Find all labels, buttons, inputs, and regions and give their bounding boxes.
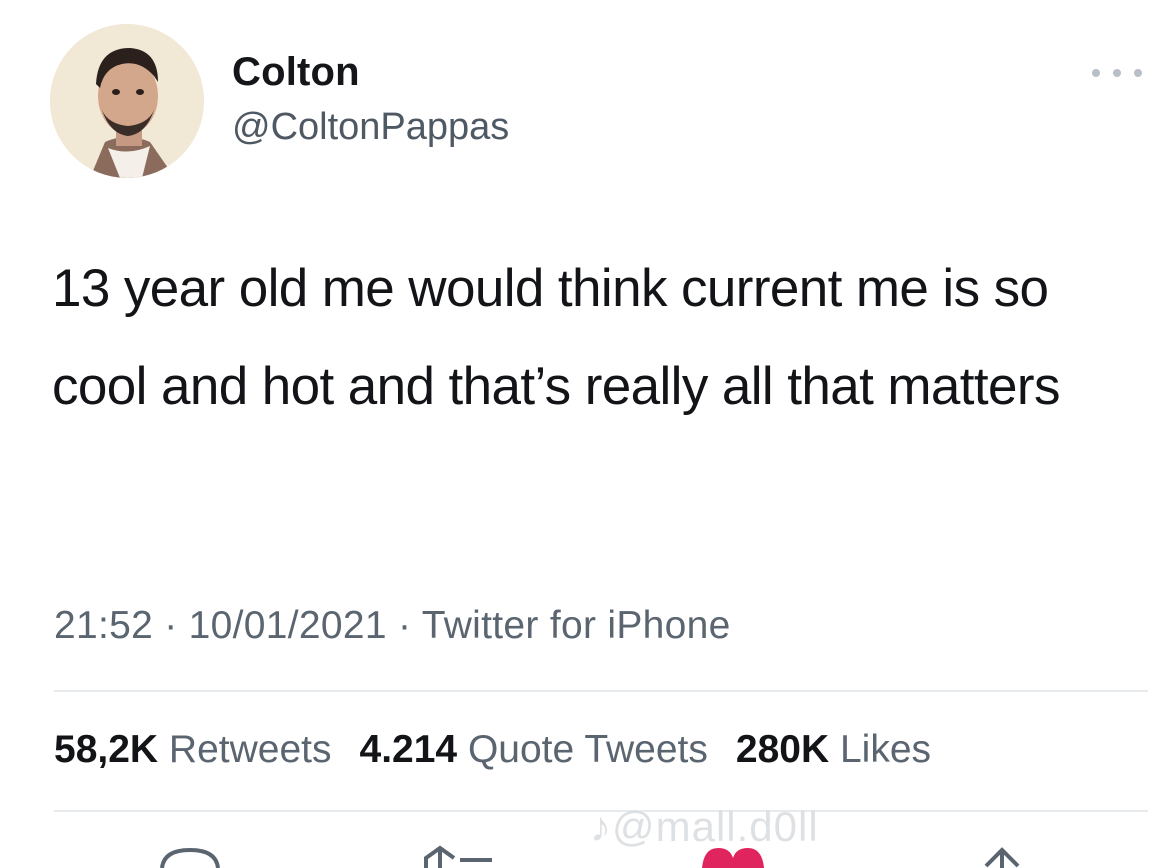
share-icon[interactable] (982, 842, 1022, 868)
retweet-icon[interactable] (420, 842, 500, 868)
meta-separator: · (153, 604, 189, 647)
likes-count: 280K (735, 728, 830, 771)
retweets-count: 58,2K (54, 728, 159, 771)
likes-stat[interactable]: 280K Likes (736, 728, 931, 771)
avatar-image (50, 24, 204, 178)
retweets-stat[interactable]: 58,2K Retweets (54, 728, 332, 771)
reply-icon[interactable] (158, 842, 222, 868)
author-handle[interactable]: @ColtonPappas (232, 104, 509, 150)
tweet-time[interactable]: 21:52 (54, 604, 153, 647)
tweet-stats: 58,2K Retweets 4.214 Quote Tweets 280K Lik… (54, 722, 931, 778)
heart-icon[interactable] (702, 846, 764, 868)
quote-tweets-label: Quote Tweets (467, 728, 708, 771)
author-name[interactable]: Colton (232, 48, 360, 96)
divider (54, 690, 1148, 692)
retweets-label: Retweets (168, 728, 332, 771)
meta-separator: · (386, 604, 422, 647)
author-avatar[interactable] (50, 24, 204, 178)
likes-label: Likes (839, 728, 932, 771)
tweet-source[interactable]: Twitter for iPhone (422, 604, 731, 647)
quote-tweets-stat[interactable]: 4.214 Quote Tweets (360, 728, 708, 771)
tweet-meta: 21:52 · 10/01/2021 · Twitter for iPhone (54, 600, 731, 652)
tweet-text: 13 year old me would think current me is… (52, 259, 1060, 416)
watermark: ♪@mall.d0ll (590, 803, 819, 850)
tweet-date[interactable]: 10/01/2021 (189, 604, 387, 647)
more-options-icon[interactable] (1092, 58, 1142, 88)
quote-tweets-count: 4.214 (359, 728, 458, 771)
